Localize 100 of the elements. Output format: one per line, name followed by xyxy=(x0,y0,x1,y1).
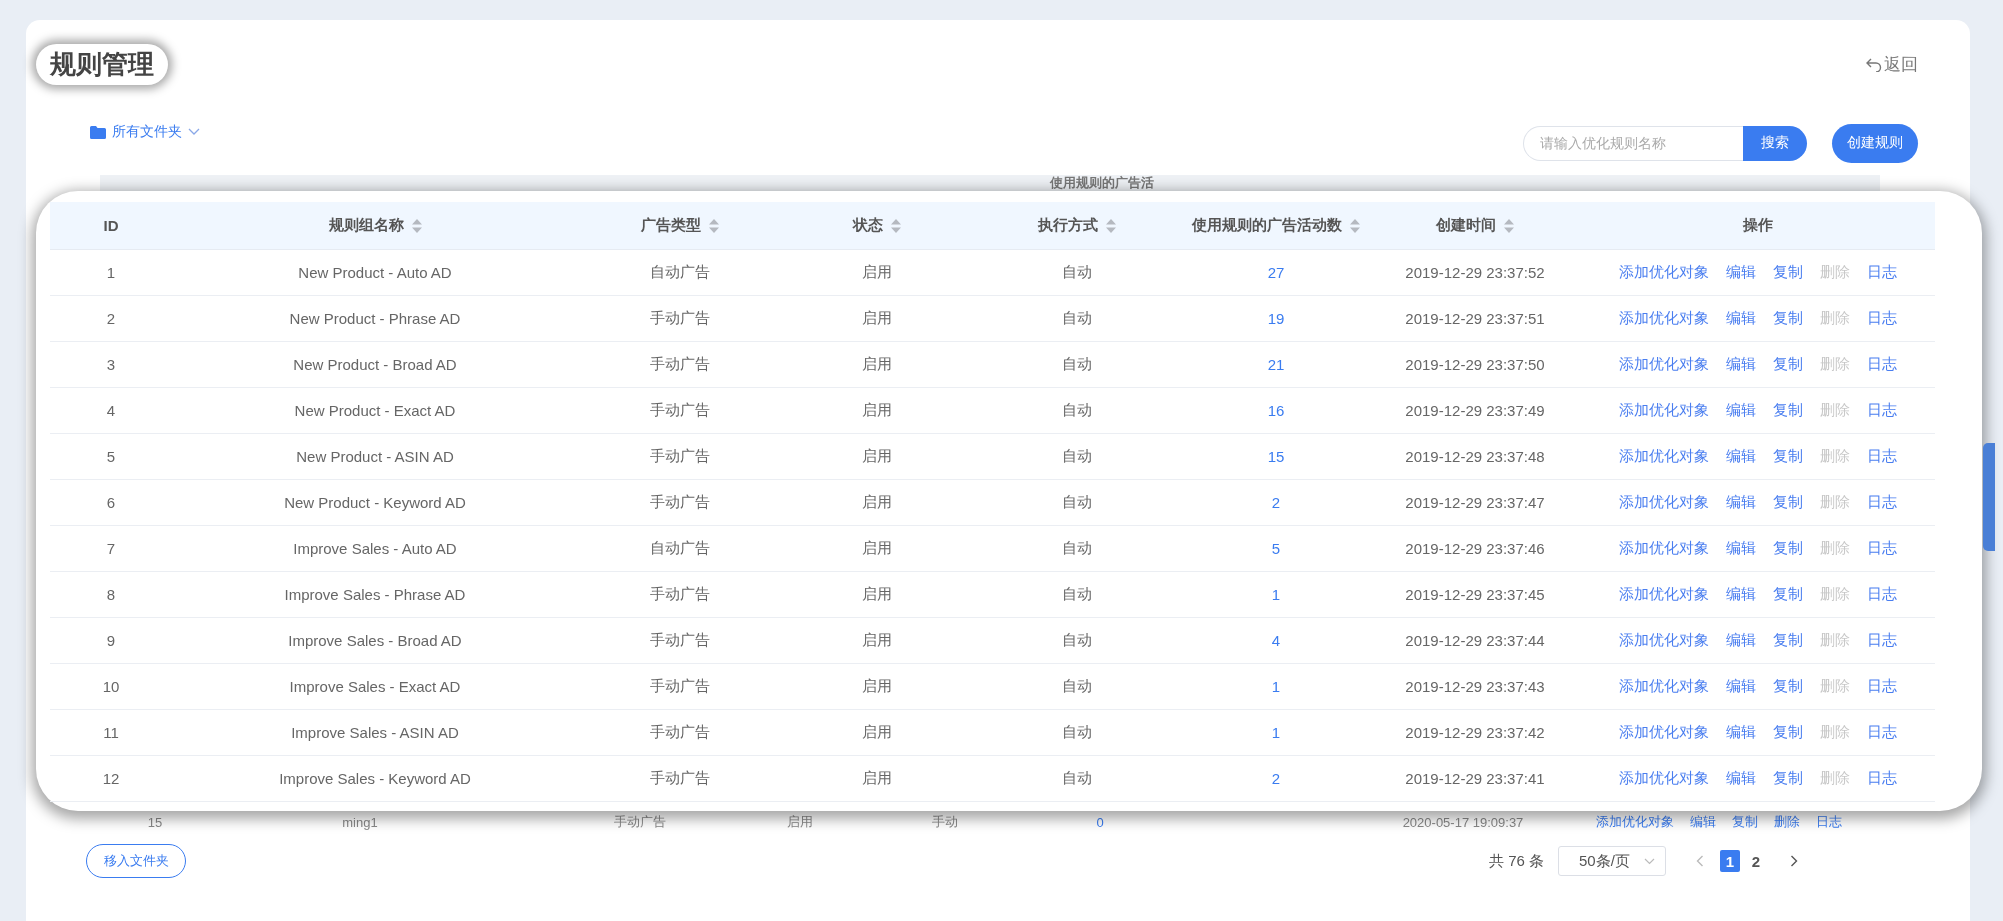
action-link[interactable]: 添加优化对象 xyxy=(1618,631,1709,650)
action-link[interactable]: 删除 xyxy=(1774,813,1800,831)
sort-icon[interactable] xyxy=(709,218,719,233)
column-header[interactable]: 规则组名称 xyxy=(328,216,404,235)
folder-dropdown[interactable]: 所有文件夹 xyxy=(90,123,200,141)
table-cell: Improve Sales - Broad AD xyxy=(288,632,462,649)
action-link[interactable]: 日志 xyxy=(1866,355,1897,374)
action-link[interactable]: 日志 xyxy=(1866,447,1897,466)
action-link[interactable]: 添加优化对象 xyxy=(1596,813,1674,831)
action-link[interactable]: 日志 xyxy=(1866,677,1897,696)
count-link[interactable]: 19 xyxy=(1267,310,1285,327)
next-page-icon[interactable] xyxy=(1790,855,1798,867)
count-link[interactable]: 21 xyxy=(1267,356,1285,373)
action-link[interactable]: 日志 xyxy=(1866,539,1897,558)
action-link[interactable]: 添加优化对象 xyxy=(1618,585,1709,604)
action-link[interactable]: 复制 xyxy=(1772,631,1803,650)
count-link[interactable]: 1 xyxy=(1271,586,1281,603)
page-button[interactable]: 2 xyxy=(1746,850,1766,872)
sort-icon[interactable] xyxy=(1350,218,1360,233)
action-link[interactable]: 编辑 xyxy=(1725,493,1756,512)
action-link[interactable]: 编辑 xyxy=(1725,585,1756,604)
table-cell: 3 xyxy=(106,356,116,373)
action-link[interactable]: 日志 xyxy=(1816,813,1842,831)
action-link[interactable]: 复制 xyxy=(1732,813,1758,831)
action-link[interactable]: 添加优化对象 xyxy=(1618,493,1709,512)
action-link[interactable]: 日志 xyxy=(1866,401,1897,420)
table-cell: 手动广告 xyxy=(650,309,710,326)
table-cell: 自动 xyxy=(1062,677,1092,694)
action-link[interactable]: 日志 xyxy=(1866,493,1897,512)
action-link[interactable]: 复制 xyxy=(1772,677,1803,696)
total-count: 共 76 条 xyxy=(1488,851,1544,871)
action-link[interactable]: 编辑 xyxy=(1690,813,1716,831)
count-link[interactable]: 4 xyxy=(1271,632,1281,649)
count-link[interactable]: 27 xyxy=(1267,264,1285,281)
count-link[interactable]: 0 xyxy=(1060,814,1140,830)
action-link[interactable]: 日志 xyxy=(1866,723,1897,742)
undo-icon xyxy=(1866,57,1882,72)
action-link[interactable]: 复制 xyxy=(1772,401,1803,420)
action-link[interactable]: 复制 xyxy=(1772,769,1803,788)
action-link[interactable]: 日志 xyxy=(1866,631,1897,650)
action-link[interactable]: 编辑 xyxy=(1725,309,1756,328)
action-link[interactable]: 添加优化对象 xyxy=(1618,447,1709,466)
action-link[interactable]: 复制 xyxy=(1772,493,1803,512)
previous-page-icon[interactable] xyxy=(1696,855,1704,867)
column-header[interactable]: 创建时间 xyxy=(1436,216,1496,235)
table-cell-text: 手动 xyxy=(931,813,959,831)
sort-icon[interactable] xyxy=(1504,218,1514,233)
table-cell: 1 xyxy=(106,264,116,281)
back-link[interactable]: 返回 xyxy=(1866,53,1918,76)
action-link[interactable]: 复制 xyxy=(1772,539,1803,558)
action-link[interactable]: 编辑 xyxy=(1725,539,1756,558)
action-link[interactable]: 编辑 xyxy=(1725,401,1756,420)
sort-icon[interactable] xyxy=(891,218,901,233)
action-link[interactable]: 编辑 xyxy=(1725,723,1756,742)
search-field[interactable]: 请输入优化规则名称 xyxy=(1523,125,1743,161)
action-link[interactable]: 添加优化对象 xyxy=(1618,769,1709,788)
action-link[interactable]: 复制 xyxy=(1772,447,1803,466)
side-tab[interactable] xyxy=(1983,443,1995,551)
sort-icon[interactable] xyxy=(1106,218,1116,233)
sort-icon[interactable] xyxy=(411,218,422,233)
action-link[interactable]: 编辑 xyxy=(1725,355,1756,374)
move-to-folder-button[interactable]: 移入文件夹 xyxy=(86,844,186,878)
action-link[interactable]: 添加优化对象 xyxy=(1618,401,1709,420)
create-rule-button[interactable]: 创建规则 xyxy=(1832,123,1918,163)
action-link[interactable]: 日志 xyxy=(1866,263,1897,282)
action-link[interactable]: 复制 xyxy=(1772,723,1803,742)
column-header[interactable]: 广告类型 xyxy=(641,216,701,235)
action-link[interactable]: 添加优化对象 xyxy=(1618,309,1709,328)
table-cell: 启用 xyxy=(862,585,892,602)
count-link[interactable]: 5 xyxy=(1271,540,1281,557)
column-header[interactable]: 状态 xyxy=(853,216,883,235)
action-link[interactable]: 复制 xyxy=(1772,263,1803,282)
action-link[interactable]: 日志 xyxy=(1866,309,1897,328)
action-link[interactable]: 复制 xyxy=(1772,585,1803,604)
count-link[interactable]: 1 xyxy=(1271,724,1281,741)
action-link[interactable]: 添加优化对象 xyxy=(1618,677,1709,696)
action-link[interactable]: 添加优化对象 xyxy=(1618,355,1709,374)
action-link[interactable]: 编辑 xyxy=(1725,677,1756,696)
count-link[interactable]: 2 xyxy=(1271,494,1281,511)
count-link[interactable]: 16 xyxy=(1267,402,1285,419)
action-link[interactable]: 添加优化对象 xyxy=(1618,723,1709,742)
count-link[interactable]: 15 xyxy=(1267,448,1285,465)
column-header[interactable]: 执行方式 xyxy=(1038,216,1098,235)
count-link[interactable]: 2 xyxy=(1271,770,1281,787)
action-link[interactable]: 添加优化对象 xyxy=(1618,263,1709,282)
action-link[interactable]: 编辑 xyxy=(1725,447,1756,466)
action-link[interactable]: 编辑 xyxy=(1725,631,1756,650)
chevron-down-icon xyxy=(188,128,200,136)
action-link[interactable]: 编辑 xyxy=(1725,769,1756,788)
action-link[interactable]: 复制 xyxy=(1772,309,1803,328)
action-link[interactable]: 添加优化对象 xyxy=(1618,539,1709,558)
page-button[interactable]: 1 xyxy=(1720,850,1740,872)
action-link[interactable]: 日志 xyxy=(1866,585,1897,604)
search-button[interactable]: 搜索 xyxy=(1743,125,1807,161)
column-header[interactable]: 使用规则的广告活动数 xyxy=(1192,216,1342,235)
action-link[interactable]: 复制 xyxy=(1772,355,1803,374)
page-size-select[interactable]: 50条/页 xyxy=(1558,846,1666,876)
action-link[interactable]: 日志 xyxy=(1866,769,1897,788)
action-link[interactable]: 编辑 xyxy=(1725,263,1756,282)
count-link[interactable]: 1 xyxy=(1271,678,1281,695)
